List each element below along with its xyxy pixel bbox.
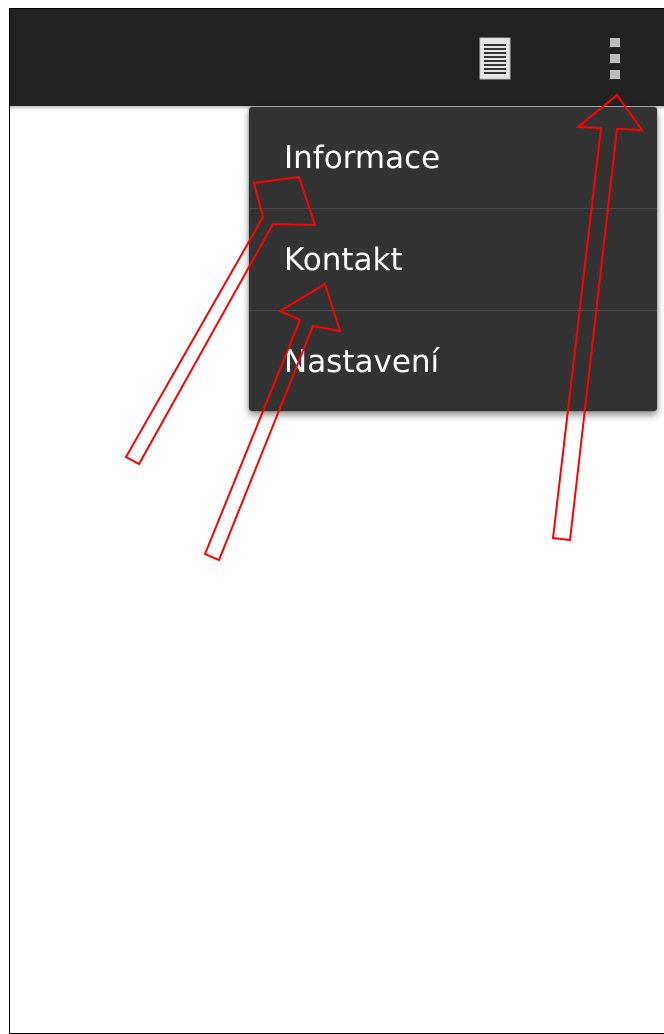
app-screen: Informace Kontakt Nastavení (9, 8, 664, 1034)
menu-item-label: Informace (284, 139, 441, 176)
document-icon[interactable] (479, 37, 511, 80)
menu-item-label: Nastavení (284, 343, 440, 380)
menu-item-informace[interactable]: Informace (249, 107, 657, 208)
menu-item-nastaveni[interactable]: Nastavení (249, 311, 657, 412)
action-bar (10, 9, 664, 106)
menu-item-label: Kontakt (284, 241, 403, 278)
overflow-dot (610, 38, 620, 47)
overflow-menu-icon[interactable] (588, 31, 642, 85)
menu-item-kontakt[interactable]: Kontakt (249, 209, 657, 310)
overflow-dot (610, 70, 620, 79)
overflow-dot (610, 54, 620, 63)
overflow-menu: Informace Kontakt Nastavení (249, 107, 657, 411)
